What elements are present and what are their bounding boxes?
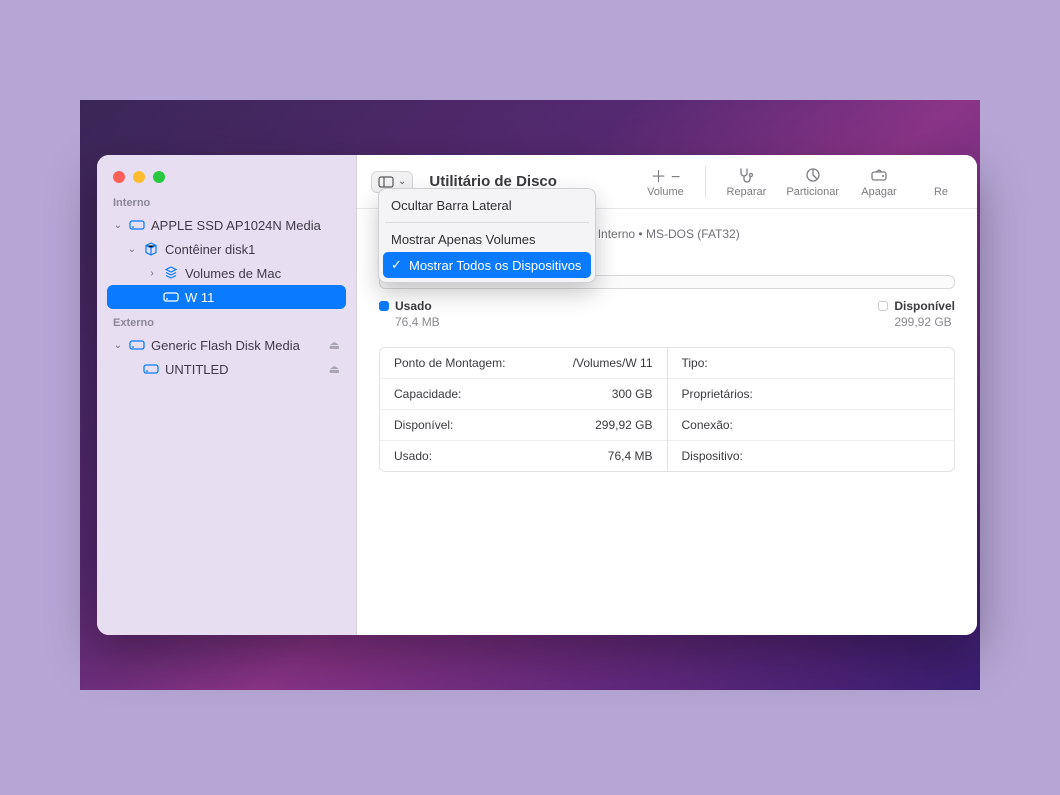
swatch-free-icon bbox=[878, 301, 888, 311]
sidebar: Interno ⌄ APPLE SSD AP1024N Media ⌄ Cont… bbox=[97, 155, 357, 635]
sidebar-section-internal: Interno bbox=[113, 197, 346, 209]
info-key: Disponível: bbox=[394, 418, 453, 432]
minimize-icon[interactable] bbox=[133, 171, 145, 183]
sidebar-item-label: Volumes de Mac bbox=[185, 266, 281, 281]
info-key: Usado: bbox=[394, 449, 432, 463]
info-key: Dispositivo: bbox=[682, 449, 743, 463]
eject-icon[interactable]: ⏏ bbox=[329, 338, 340, 352]
sidebar-item-container-disk1[interactable]: ⌄ Contêiner disk1 bbox=[107, 237, 346, 261]
sidebar-section-external: Externo bbox=[113, 317, 346, 329]
erase-button[interactable]: Apagar bbox=[857, 166, 901, 198]
sidebar-toggle-icon bbox=[378, 176, 394, 188]
sidebar-item-label: W 11 bbox=[185, 290, 214, 305]
toolbar-label: Reparar bbox=[727, 186, 767, 198]
info-value: 300 GB bbox=[612, 387, 653, 401]
sidebar-item-untitled[interactable]: UNTITLED ⏏ bbox=[107, 357, 346, 381]
legend-label: Usado bbox=[395, 299, 432, 313]
swatch-used-icon bbox=[379, 301, 389, 311]
volumes-icon bbox=[163, 265, 179, 281]
info-value: 76,4 MB bbox=[608, 449, 653, 463]
menu-item-label: Mostrar Todos os Dispositivos bbox=[409, 258, 581, 273]
chevron-down-icon[interactable]: ⌄ bbox=[127, 244, 137, 255]
menu-item-show-all-devices[interactable]: ✓ Mostrar Todos os Dispositivos bbox=[383, 252, 591, 278]
info-key: Conexão: bbox=[682, 418, 733, 432]
menu-item-hide-sidebar[interactable]: Ocultar Barra Lateral bbox=[383, 193, 591, 218]
chevron-down-icon[interactable]: ⌄ bbox=[113, 220, 123, 231]
sidebar-item-w11[interactable]: W 11 bbox=[107, 285, 346, 309]
erase-icon bbox=[870, 166, 888, 184]
pie-icon bbox=[805, 166, 821, 184]
toolbar-label: Particionar bbox=[786, 186, 839, 198]
info-key: Proprietários: bbox=[682, 387, 753, 401]
partition-button[interactable]: Particionar bbox=[786, 166, 839, 198]
legend-value: 299,92 GB bbox=[894, 315, 955, 329]
stethoscope-icon bbox=[737, 166, 755, 184]
sidebar-item-apple-ssd[interactable]: ⌄ APPLE SSD AP1024N Media bbox=[107, 213, 346, 237]
info-key: Tipo: bbox=[682, 356, 708, 370]
chevron-right-icon[interactable]: › bbox=[147, 268, 157, 279]
menu-separator bbox=[385, 222, 589, 223]
menu-item-show-volumes[interactable]: Mostrar Apenas Volumes bbox=[383, 227, 591, 252]
info-value: 299,92 GB bbox=[595, 418, 652, 432]
disk-icon bbox=[163, 289, 179, 305]
first-aid-button[interactable]: Reparar bbox=[724, 166, 768, 198]
disk-icon bbox=[129, 217, 145, 233]
divider bbox=[705, 166, 706, 198]
legend-value: 76,4 MB bbox=[395, 315, 440, 329]
info-key: Capacidade: bbox=[394, 387, 461, 401]
chevron-down-icon: ⌄ bbox=[398, 176, 406, 187]
window-controls bbox=[113, 171, 346, 183]
sidebar-item-label: UNTITLED bbox=[165, 362, 229, 377]
restore-button[interactable]: Re bbox=[919, 166, 963, 198]
toolbar-label: Volume bbox=[647, 186, 684, 198]
sidebar-item-generic-flash[interactable]: ⌄ Generic Flash Disk Media ⏏ bbox=[107, 333, 346, 357]
sidebar-item-label: Contêiner disk1 bbox=[165, 242, 255, 257]
disk-icon bbox=[143, 361, 159, 377]
legend-used: Usado 76,4 MB bbox=[379, 299, 440, 329]
disk-icon bbox=[129, 337, 145, 353]
info-key: Ponto de Montagem: bbox=[394, 356, 505, 370]
info-value: /Volumes/W 11 bbox=[573, 356, 653, 370]
legend-label: Disponível bbox=[894, 299, 955, 313]
chevron-down-icon[interactable]: ⌄ bbox=[113, 340, 123, 351]
container-icon bbox=[143, 241, 159, 257]
info-table: Ponto de Montagem: /Volumes/W 11 Capacida… bbox=[379, 347, 955, 472]
toolbar-label: Re bbox=[934, 186, 948, 198]
sidebar-item-label: Generic Flash Disk Media bbox=[151, 338, 300, 353]
view-options-menu: Ocultar Barra Lateral Mostrar Apenas Vol… bbox=[378, 188, 596, 283]
toolbar-label: Apagar bbox=[861, 186, 896, 198]
close-icon[interactable] bbox=[113, 171, 125, 183]
eject-icon[interactable]: ⏏ bbox=[329, 362, 340, 376]
zoom-icon[interactable] bbox=[153, 171, 165, 183]
sidebar-item-label: APPLE SSD AP1024N Media bbox=[151, 218, 321, 233]
legend-free: Disponível 299,92 GB bbox=[878, 299, 955, 329]
sidebar-item-mac-volumes[interactable]: › Volumes de Mac bbox=[107, 261, 346, 285]
plus-minus-icon: ＋ − bbox=[651, 166, 681, 184]
checkmark-icon: ✓ bbox=[391, 257, 403, 273]
volume-button[interactable]: ＋ − Volume bbox=[643, 166, 687, 198]
